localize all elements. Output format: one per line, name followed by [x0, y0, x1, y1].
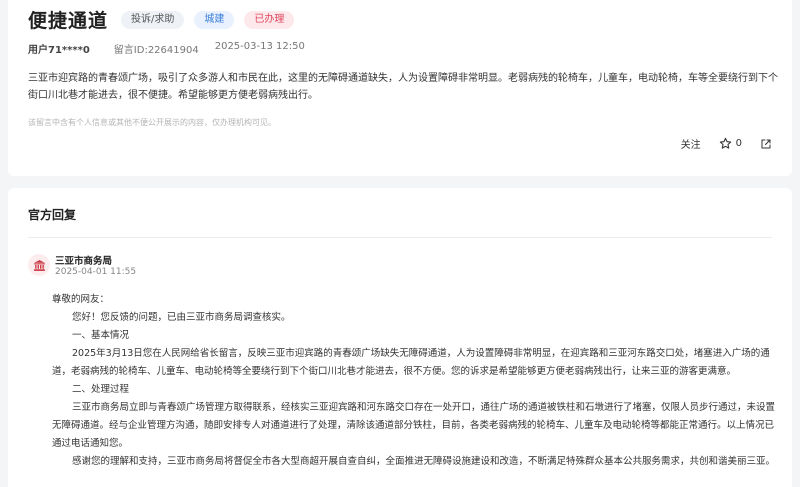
government-building-icon [28, 254, 50, 276]
reply-paragraph: 三亚市商务局立即与青春颂广场管理方取得联系，经核实三亚迎宾路和河东路交口存在一处… [52, 402, 776, 449]
action-bar: 关注 0 [681, 136, 772, 151]
reply-heading: 一、基本情况 [72, 330, 130, 341]
star-button[interactable]: 0 [719, 137, 742, 150]
category-tag: 投诉/求助 [121, 10, 185, 29]
title-row: 便捷通道 投诉/求助 城建 已办理 [28, 6, 295, 33]
department-tag: 城建 [194, 10, 235, 29]
message-meta: 用户71****0 留言ID:22641904 2025-03-13 12:50 [28, 41, 305, 56]
star-icon [719, 137, 732, 150]
message-content: 三亚市迎宾路的青春颂广场，吸引了众多游人和市民在此，这里的无障碍通道缺失，人为设… [28, 73, 778, 101]
user-name: 用户71****0 [28, 45, 90, 56]
star-count: 0 [735, 138, 742, 149]
divider [28, 237, 772, 238]
reply-content: 尊敬的网友： 您好！您反馈的问题，已由三亚市商务局调查核实。 一、基本情况 20… [52, 291, 782, 471]
reply-paragraph: 2025年3月13日您在人民网给省长留言，反映三亚市迎宾路的青春颂广场缺失无障碍… [52, 348, 770, 377]
share-icon [760, 138, 772, 150]
reply-date: 2025-04-01 11:55 [55, 267, 137, 277]
message-id: 留言ID:22641904 [113, 45, 199, 56]
share-button[interactable] [760, 138, 772, 150]
section-title: 官方回复 [28, 208, 77, 222]
follow-label: 关注 [680, 140, 701, 151]
official-reply-card: 官方回复 三亚市商务局 2025-04-01 11:55 尊敬的网友： 您好！您… [8, 188, 792, 487]
message-datetime: 2025-03-13 12:50 [214, 41, 305, 52]
reply-paragraph: 您好！您反馈的问题，已由三亚市商务局调查核实。 [72, 312, 291, 323]
page-title: 便捷通道 [28, 10, 109, 32]
message-card: 便捷通道 投诉/求助 城建 已办理 用户71****0 留言ID:2264190… [8, 0, 792, 176]
follow-button[interactable]: 关注 [681, 136, 701, 151]
org-name: 三亚市商务局 [55, 256, 113, 267]
reply-greeting: 尊敬的网友： [52, 294, 110, 305]
reply-heading: 二、处理过程 [72, 384, 130, 395]
status-badge: 已办理 [244, 10, 295, 29]
reply-paragraph: 感谢您的理解和支持，三亚市商务局将督促全市各大型商超开展自查自纠，全面推进无障碍… [72, 456, 776, 467]
privacy-notice: 该留言中含有个人信息或其他不便公开展示的内容，仅办理机构可见。 [28, 118, 276, 127]
